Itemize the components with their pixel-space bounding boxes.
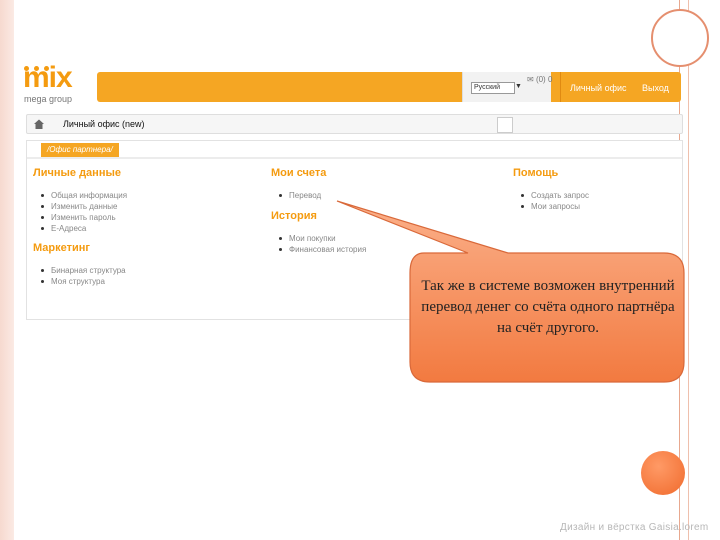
mail-icon: ✉ <box>527 75 534 84</box>
section-accounts-title: Мои счета <box>271 167 327 179</box>
breadcrumb: Личный офис (new) <box>26 114 683 134</box>
chevron-down-icon[interactable]: ▼ <box>515 82 522 92</box>
logo-tagline: mega group <box>24 94 73 104</box>
mix-logo[interactable]: mix mega group <box>22 62 80 106</box>
office-link[interactable]: Личный офис <box>570 83 627 93</box>
callout-text: Так же в системе возможен внутренний пер… <box>421 278 675 336</box>
section-personal-title: Личные данные <box>33 167 121 179</box>
link-e-addresses[interactable]: E-Адреса <box>35 223 127 234</box>
language-select[interactable]: Русский <box>471 82 515 94</box>
tab-label: Офис партнера <box>49 145 111 154</box>
link-create-request[interactable]: Создать запрос <box>515 190 589 201</box>
home-icon[interactable] <box>33 118 45 130</box>
marketing-links: Бинарная структура Моя структура <box>35 265 126 287</box>
section-marketing-title: Маркетинг <box>33 242 90 254</box>
help-links: Создать запрос Мои запросы <box>515 190 589 212</box>
slide-right-border <box>679 0 720 540</box>
breadcrumb-current: Личный офис (new) <box>63 119 145 129</box>
breadcrumb-box <box>497 117 513 133</box>
link-general-info[interactable]: Общая информация <box>35 190 127 201</box>
link-my-purchases[interactable]: Мои покупки <box>273 233 366 244</box>
slide-left-border <box>0 0 14 540</box>
link-edit-data[interactable]: Изменить данные <box>35 201 127 212</box>
mail-count: (0) 0 <box>535 75 553 84</box>
tab-partner-office[interactable]: /Офис партнера/ <box>41 143 119 157</box>
link-financial-history[interactable]: Финансовая история <box>273 244 366 255</box>
top-navigation-bar: Русский ▼ ✉ (0) 0 Личный офис Выход <box>97 72 681 102</box>
panel-divider <box>27 157 682 159</box>
link-transfer[interactable]: Перевод <box>273 190 321 201</box>
decorative-ring <box>651 9 709 67</box>
mail-indicator[interactable]: ✉ (0) 0 <box>527 75 552 84</box>
link-change-password[interactable]: Изменить пароль <box>35 212 127 223</box>
history-links: Мои покупки Финансовая история <box>273 233 366 255</box>
link-my-structure[interactable]: Моя структура <box>35 276 126 287</box>
section-help-title: Помощь <box>513 167 559 179</box>
accounts-links: Перевод <box>273 190 321 201</box>
section-history-title: История <box>271 210 317 222</box>
logo-wordmark: mix <box>23 61 73 94</box>
logout-link[interactable]: Выход <box>642 83 669 93</box>
link-binary-structure[interactable]: Бинарная структура <box>35 265 126 276</box>
footer-credit: Дизайн и вёрстка Gaisia.lorem <box>560 522 709 533</box>
personal-links: Общая информация Изменить данные Изменит… <box>35 190 127 234</box>
link-my-requests[interactable]: Мои запросы <box>515 201 589 212</box>
topbar-divider <box>560 72 561 102</box>
decorative-orange-circle <box>641 451 685 495</box>
